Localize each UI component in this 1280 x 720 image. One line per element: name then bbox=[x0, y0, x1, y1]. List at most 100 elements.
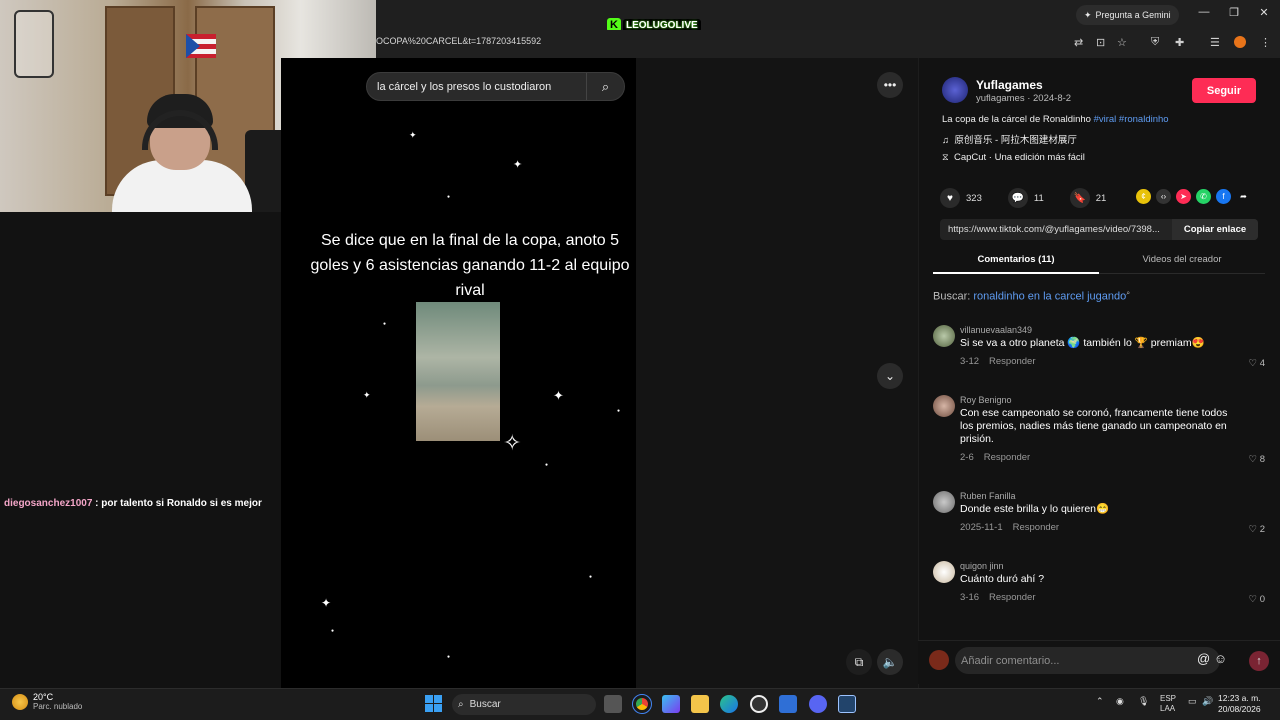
start-button[interactable] bbox=[425, 695, 442, 712]
copy-link-button[interactable]: Copiar enlace bbox=[1172, 219, 1258, 240]
share-link-url[interactable]: https://www.tiktok.com/@yuflagames/video… bbox=[948, 224, 1160, 235]
capcut-label[interactable]: CapCut · Una edición más fácil bbox=[954, 152, 1085, 163]
author-name[interactable]: Yuflagames bbox=[976, 78, 1043, 92]
comment-date: 2-6 bbox=[960, 452, 974, 463]
avatar[interactable] bbox=[933, 395, 955, 417]
music-title[interactable]: 原创音乐 - 阿拉木图建材展厅 bbox=[954, 135, 1076, 146]
comment-likes[interactable]: ♡ 2 bbox=[1249, 524, 1265, 535]
bookmark-icon[interactable]: 🔖 bbox=[1069, 188, 1090, 208]
heart-outline-icon[interactable]: ♡ bbox=[1249, 524, 1258, 535]
url-text[interactable]: OCOPA%20CARCEL&t=1787203415592 bbox=[376, 36, 541, 46]
follow-button[interactable]: Seguir bbox=[1192, 78, 1256, 103]
reply-link[interactable]: Responder bbox=[989, 592, 1035, 603]
obs-icon[interactable] bbox=[750, 695, 768, 713]
more-options-icon[interactable]: ••• bbox=[877, 72, 903, 98]
edge-icon[interactable] bbox=[720, 695, 738, 713]
heart-icon[interactable]: ♥ bbox=[940, 188, 960, 208]
comment-like-count: 0 bbox=[1259, 594, 1265, 605]
tab-creator-videos[interactable]: Videos del creador bbox=[1099, 254, 1265, 265]
post-comment-button[interactable]: ↑ bbox=[1249, 651, 1269, 671]
reply-link[interactable]: Responder bbox=[984, 452, 1030, 463]
volume-icon[interactable]: 🔈 bbox=[877, 649, 903, 675]
bookmark-star-icon[interactable]: ☆ bbox=[1117, 36, 1127, 49]
store-icon[interactable] bbox=[779, 695, 797, 713]
comment-text: Donde este brilla y lo quieren😁 bbox=[960, 503, 1110, 515]
author-avatar[interactable] bbox=[942, 77, 968, 103]
embed-icon[interactable]: ‹› bbox=[1156, 189, 1171, 204]
hashtags-link[interactable]: #viral #ronaldinho bbox=[1094, 114, 1169, 125]
search-icon[interactable]: ⌕ bbox=[586, 73, 624, 100]
comment-icon[interactable]: 💬 bbox=[1007, 188, 1028, 208]
avatar[interactable] bbox=[933, 491, 955, 513]
emoji-icon[interactable]: ☺ bbox=[1214, 651, 1227, 666]
send-icon[interactable]: ➤ bbox=[1176, 189, 1191, 204]
file-explorer-icon[interactable] bbox=[691, 695, 709, 713]
heart-outline-icon[interactable]: ♡ bbox=[1249, 594, 1258, 605]
sparkle-icon: ✦ bbox=[409, 130, 417, 140]
show-hidden-icons[interactable]: ⌃ bbox=[1096, 696, 1104, 707]
avatar[interactable] bbox=[933, 325, 955, 347]
translate-icon[interactable]: ⇄ bbox=[1074, 36, 1083, 49]
install-icon[interactable]: ⊡ bbox=[1096, 36, 1105, 49]
comment-likes[interactable]: ♡ 4 bbox=[1249, 358, 1265, 369]
comment-input-placeholder[interactable]: Añadir comentario... bbox=[961, 655, 1059, 667]
avatar[interactable] bbox=[933, 561, 955, 583]
speaker-icon[interactable]: 🔊 bbox=[1202, 696, 1213, 707]
search-input-value[interactable]: la cárcel y los presos lo custodiaron bbox=[377, 81, 551, 93]
copilot-icon[interactable] bbox=[662, 695, 680, 713]
chrome-icon[interactable] bbox=[632, 694, 652, 714]
video-clip-thumbnail bbox=[416, 302, 500, 441]
whatsapp-icon[interactable]: ✆ bbox=[1196, 189, 1211, 204]
close-button[interactable]: ✕ bbox=[1254, 6, 1274, 19]
comment-input[interactable]: Añadir comentario... bbox=[955, 647, 1220, 674]
search-suggestion-prefix: Buscar: bbox=[933, 290, 974, 303]
comment-user[interactable]: Roy Benigno bbox=[960, 395, 1012, 405]
capcut-row[interactable]: ⧖ CapCut · Una edición más fácil bbox=[942, 152, 1085, 163]
mention-icon[interactable]: @ bbox=[1197, 651, 1210, 666]
minimize-button[interactable]: — bbox=[1194, 6, 1214, 18]
weather-widget[interactable]: 20°C Parc. nublado bbox=[12, 692, 82, 711]
extensions-icon[interactable]: ✚ bbox=[1175, 36, 1184, 49]
microphone-icon[interactable]: 🎙 bbox=[1138, 696, 1149, 707]
search-suggestion-query[interactable]: ronaldinho en la carcel jugando bbox=[973, 291, 1126, 303]
search-suggestion[interactable]: Buscar: ronaldinho en la carcel jugando⌕ bbox=[933, 290, 1130, 303]
comment-user[interactable]: Ruben Fanilla bbox=[960, 491, 1016, 501]
network-icon[interactable]: ▭ bbox=[1188, 696, 1197, 707]
tab-search-icon[interactable]: ☰ bbox=[1210, 36, 1220, 49]
comment-user[interactable]: villanuevaalan349 bbox=[960, 325, 1032, 335]
language-code: ESP bbox=[1160, 694, 1177, 703]
author-meta: yuflagames · 2024-8-2 bbox=[976, 93, 1072, 104]
coin-icon[interactable]: ¢ bbox=[1136, 189, 1151, 204]
shield-icon[interactable]: ⛨ bbox=[1151, 36, 1159, 49]
music-row[interactable]: ♫ 原创音乐 - 阿拉木图建材展厅 bbox=[942, 132, 1077, 146]
tiktok-search-bar[interactable]: la cárcel y los presos lo custodiaron ⌕ bbox=[366, 72, 625, 101]
task-view-icon[interactable] bbox=[604, 695, 622, 713]
comment-likes[interactable]: ♡ 0 bbox=[1249, 594, 1265, 605]
maximize-button[interactable]: ❐ bbox=[1224, 6, 1244, 19]
reply-link[interactable]: Responder bbox=[989, 356, 1035, 367]
facebook-icon[interactable]: f bbox=[1216, 189, 1231, 204]
app-tray-icon[interactable]: ◉ bbox=[1116, 696, 1124, 707]
heart-outline-icon[interactable]: ♡ bbox=[1249, 454, 1258, 465]
language-indicator[interactable]: ESP LAA bbox=[1160, 694, 1176, 714]
taskbar-search[interactable]: ⌕ Buscar bbox=[452, 694, 596, 715]
comment-user[interactable]: quigon jinn bbox=[960, 561, 1004, 571]
pip-icon[interactable]: ⧉ bbox=[846, 649, 872, 675]
comment-like-count: 2 bbox=[1259, 524, 1265, 535]
gemini-button[interactable]: ✦ Pregunta a Gemini bbox=[1076, 5, 1179, 25]
profile-avatar[interactable] bbox=[1234, 36, 1246, 48]
discord-icon[interactable] bbox=[809, 695, 827, 713]
windows-logo-tile bbox=[434, 704, 442, 712]
security-app-icon[interactable] bbox=[838, 695, 856, 713]
next-video-chevron-icon[interactable]: ⌄ bbox=[877, 363, 903, 389]
streamer-logo bbox=[14, 10, 54, 78]
share-arrow-icon[interactable]: ➦ bbox=[1236, 189, 1251, 204]
reply-link[interactable]: Responder bbox=[1013, 522, 1059, 533]
tab-comments[interactable]: Comentarios (11) bbox=[933, 254, 1099, 265]
heart-outline-icon[interactable]: ♡ bbox=[1249, 358, 1258, 369]
user-avatar[interactable] bbox=[929, 650, 949, 670]
clock[interactable]: 12:23 a. m. 20/08/2026 bbox=[1218, 693, 1261, 715]
comment-likes[interactable]: ♡ 8 bbox=[1249, 454, 1265, 465]
keyboard-layout: LAA bbox=[1160, 704, 1176, 713]
kebab-menu-icon[interactable]: ⋮ bbox=[1260, 36, 1271, 49]
